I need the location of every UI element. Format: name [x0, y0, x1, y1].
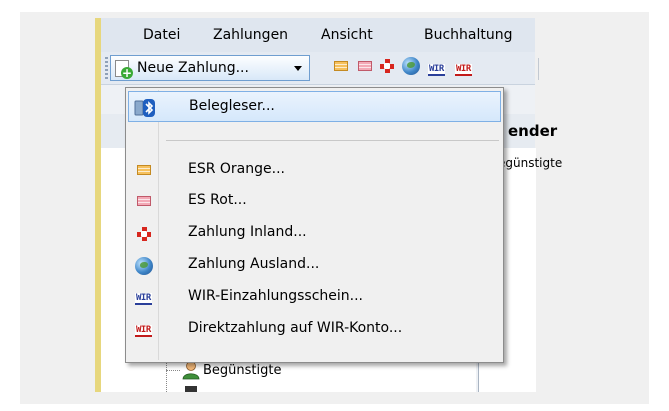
person-icon — [182, 361, 200, 380]
menu-item-zahlung-inland[interactable]: Zahlung Inland... — [128, 218, 501, 249]
menu-item-zahlung-ausland[interactable]: Zahlung Ausland... — [128, 250, 501, 281]
menu-item-label: ES Rot... — [188, 192, 247, 208]
wir-red-icon: WIR — [135, 321, 153, 339]
bluetooth-reader-icon — [134, 99, 155, 117]
toolbar-inland-button[interactable] — [378, 57, 396, 75]
toolbar-grip[interactable] — [105, 57, 108, 79]
menu-zahlungen[interactable]: Zahlungen — [213, 27, 288, 43]
wir-red-icon: WIR — [455, 64, 472, 76]
menu-item-esr-orange[interactable]: ESR Orange... — [128, 155, 501, 186]
new-payment-label: Neue Zahlung... — [137, 60, 249, 76]
esr-orange-icon — [334, 61, 348, 71]
wir-red-tag: WIR — [135, 325, 152, 337]
tree-item-next-icon — [185, 386, 197, 392]
menu-item-label: Belegleser... — [189, 98, 275, 114]
menu-item-label: Zahlung Ausland... — [188, 256, 320, 272]
menu-bar: Datei Zahlungen Ansicht Buchhaltung — [101, 18, 535, 52]
toolbar-wir-direkt-button[interactable]: WIR — [455, 60, 472, 76]
menu-item-direktzahlung-wir[interactable]: WIR Direktzahlung auf WIR-Konto... — [128, 314, 501, 345]
swiss-cross-icon — [378, 57, 396, 75]
wir-blue-icon: WIR — [428, 64, 445, 76]
menu-item-label: Direktzahlung auf WIR-Konto... — [188, 320, 403, 336]
toolbar-es-red-button[interactable] — [358, 60, 372, 72]
esr-orange-icon — [135, 162, 153, 180]
menu-ansicht[interactable]: Ansicht — [321, 27, 373, 43]
new-payment-menu: Belegleser... ESR Orange... ES Rot... Za… — [125, 87, 504, 363]
es-red-icon — [135, 193, 153, 211]
menu-item-belegleser[interactable]: Belegleser... — [128, 91, 501, 122]
globe-icon — [135, 257, 153, 275]
tree-item-label: Begünstigte — [203, 363, 282, 378]
menu-item-label: Zahlung Inland... — [188, 224, 307, 240]
menu-datei[interactable]: Datei — [143, 27, 180, 43]
wir-blue-tag: WIR — [135, 293, 152, 305]
swiss-cross-icon — [135, 225, 153, 243]
menu-item-label: ESR Orange... — [188, 161, 285, 177]
globe-icon — [402, 57, 420, 75]
toolbar-ausland-button[interactable] — [402, 57, 420, 75]
dropdown-arrow-icon[interactable] — [294, 66, 302, 71]
menu-separator — [166, 140, 499, 141]
add-icon: + — [121, 66, 133, 80]
new-payment-dropdown-button[interactable]: + Neue Zahlung... — [110, 55, 310, 81]
toolbar-wir-einzahlung-button[interactable]: WIR — [428, 60, 445, 76]
menu-item-label: WIR-Einzahlungsschein... — [188, 288, 363, 304]
es-red-icon — [358, 61, 372, 71]
menu-buchhaltung[interactable]: Buchhaltung — [424, 27, 513, 43]
toolbar-separator — [538, 58, 539, 80]
column-header-beguenstigte[interactable]: egünstigte — [498, 156, 562, 170]
tree-item-beguenstigte[interactable] — [182, 360, 200, 384]
menu-item-wir-einzahlungsschein[interactable]: WIR WIR-Einzahlungsschein... — [128, 282, 501, 313]
tree-connector-branch — [166, 370, 180, 371]
panel-header-title: ender — [508, 122, 558, 140]
toolbar-esr-orange-button[interactable] — [334, 60, 348, 72]
wir-blue-icon: WIR — [135, 289, 153, 307]
menu-item-es-rot[interactable]: ES Rot... — [128, 186, 501, 217]
